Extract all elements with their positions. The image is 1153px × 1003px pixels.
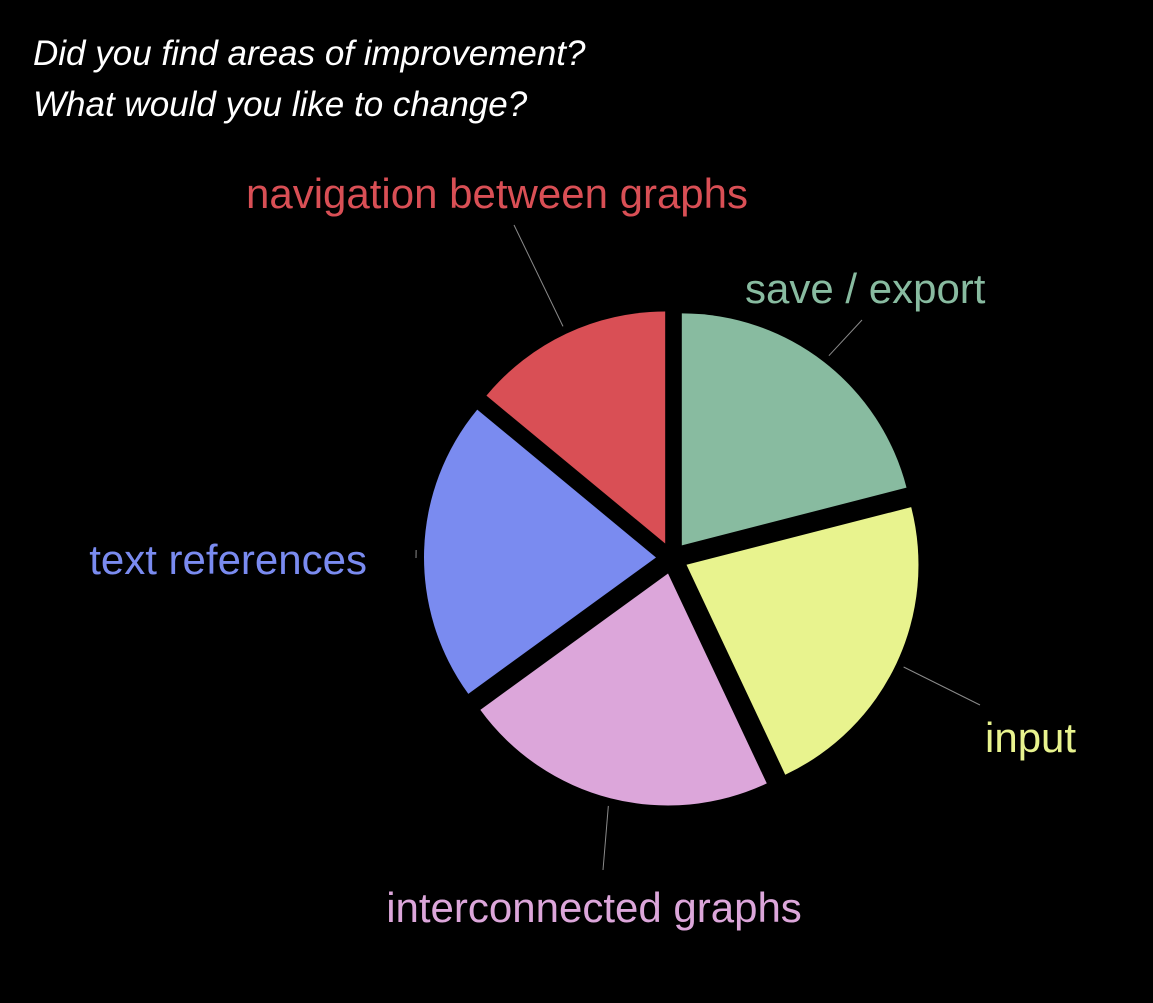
- slice-label: text references: [89, 536, 367, 583]
- pie-chart: save / export input interconnected graphs t…: [89, 170, 1076, 931]
- slice-label: save / export: [745, 265, 986, 312]
- leader-line: [903, 666, 981, 706]
- leader-line: [828, 319, 863, 357]
- slide: Did you find areas of improvement? What …: [0, 0, 1153, 1003]
- leader-line: [513, 224, 564, 327]
- slice-label: input: [985, 714, 1076, 761]
- slice-label: interconnected graphs: [386, 884, 802, 931]
- pie-slice-save-export: [681, 313, 907, 546]
- leader-line: [602, 805, 609, 871]
- slice-label: navigation between graphs: [246, 170, 748, 217]
